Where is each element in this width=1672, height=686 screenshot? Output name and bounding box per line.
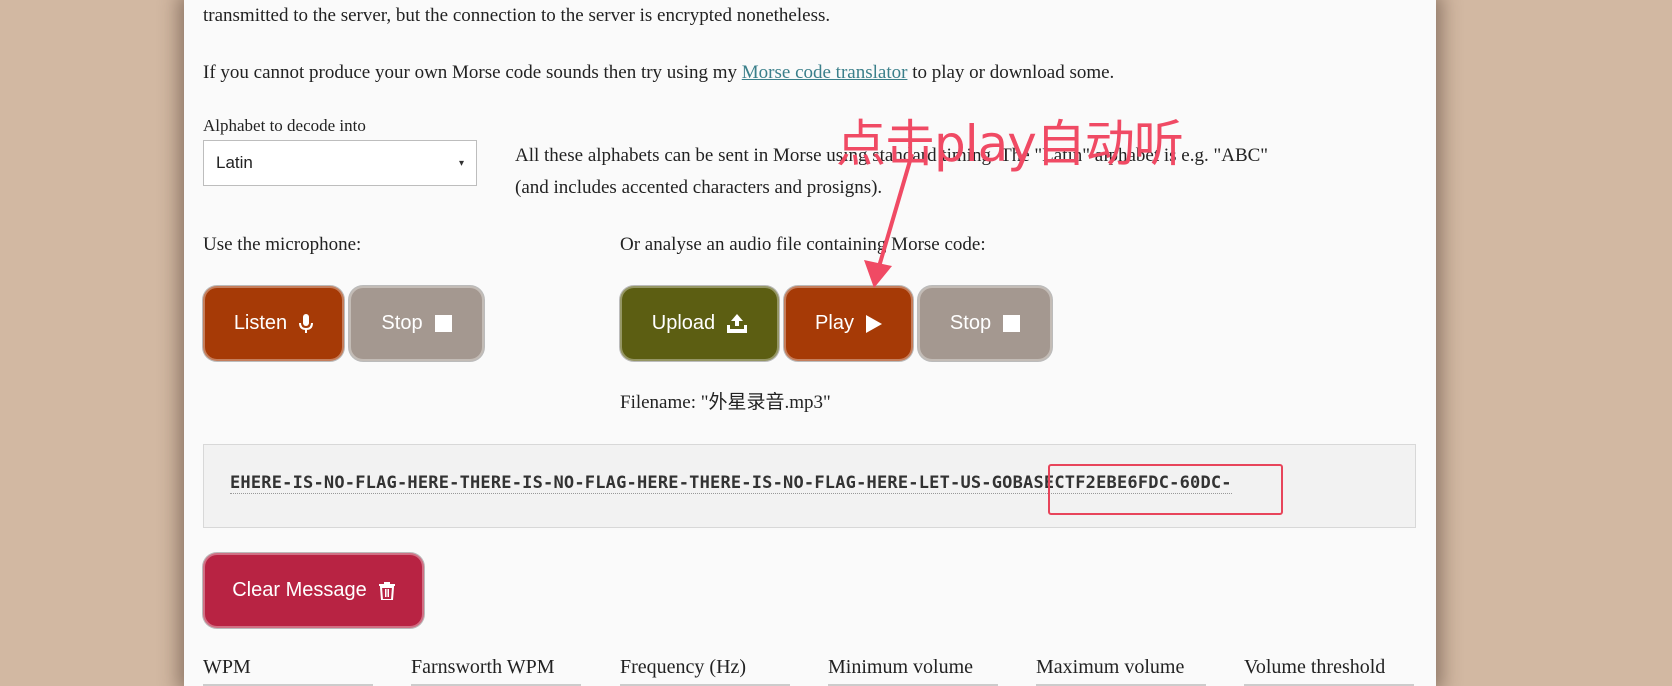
listen-label: Listen xyxy=(233,312,288,334)
min-volume-label: Minimum volume xyxy=(828,656,973,678)
play-button[interactable]: Play xyxy=(784,286,913,361)
trash-icon xyxy=(378,581,395,600)
farnsworth-label: Farnsworth WPM xyxy=(411,656,555,678)
annotation-highlight-box xyxy=(1048,464,1283,515)
file-stop-label: Stop xyxy=(949,312,992,334)
file-stop-button[interactable]: Stop xyxy=(918,286,1052,361)
filename-text: Filename: "外星录音.mp3" xyxy=(620,392,831,413)
chevron-down-icon: ▾ xyxy=(458,157,464,169)
play-label: Play xyxy=(815,312,854,334)
frequency-label: Frequency (Hz) xyxy=(620,656,747,678)
microphone-icon xyxy=(299,313,314,334)
max-volume-label: Maximum volume xyxy=(1036,656,1185,678)
intro-line-2: If you cannot produce your own Morse cod… xyxy=(203,57,1114,89)
microphone-heading: Use the microphone: xyxy=(203,234,362,255)
annotation-arrow-icon xyxy=(864,153,914,288)
stop-square-icon xyxy=(434,315,452,332)
clear-message-button[interactable]: Clear Message xyxy=(203,553,424,628)
alphabet-select[interactable]: Latin ▾ xyxy=(203,140,477,186)
listen-button[interactable]: Listen xyxy=(203,286,344,361)
intro-text-after: to play or download some. xyxy=(907,62,1115,83)
upload-label: Upload xyxy=(651,312,716,334)
play-icon xyxy=(865,314,882,333)
wpm-label: WPM xyxy=(203,656,251,678)
intro-line-1: transmitted to the server, but the conne… xyxy=(203,5,831,26)
morse-translator-link[interactable]: Morse code translator xyxy=(742,62,908,83)
upload-button[interactable]: Upload xyxy=(620,286,779,361)
alphabet-label: Alphabet to decode into xyxy=(203,116,366,135)
mic-stop-label: Stop xyxy=(381,312,423,334)
intro-text-before: If you cannot produce your own Morse cod… xyxy=(203,62,742,83)
threshold-label: Volume threshold xyxy=(1244,656,1386,678)
upload-icon xyxy=(727,314,748,333)
alphabet-selected-value: Latin xyxy=(216,153,253,172)
mic-stop-button[interactable]: Stop xyxy=(349,286,484,361)
clear-message-label: Clear Message xyxy=(232,579,367,601)
alphabet-note-line-2: (and includes accented characters and pr… xyxy=(515,177,883,198)
stop-square-icon xyxy=(1003,315,1021,332)
audio-file-heading: Or analyse an audio file containing Mors… xyxy=(620,234,986,255)
